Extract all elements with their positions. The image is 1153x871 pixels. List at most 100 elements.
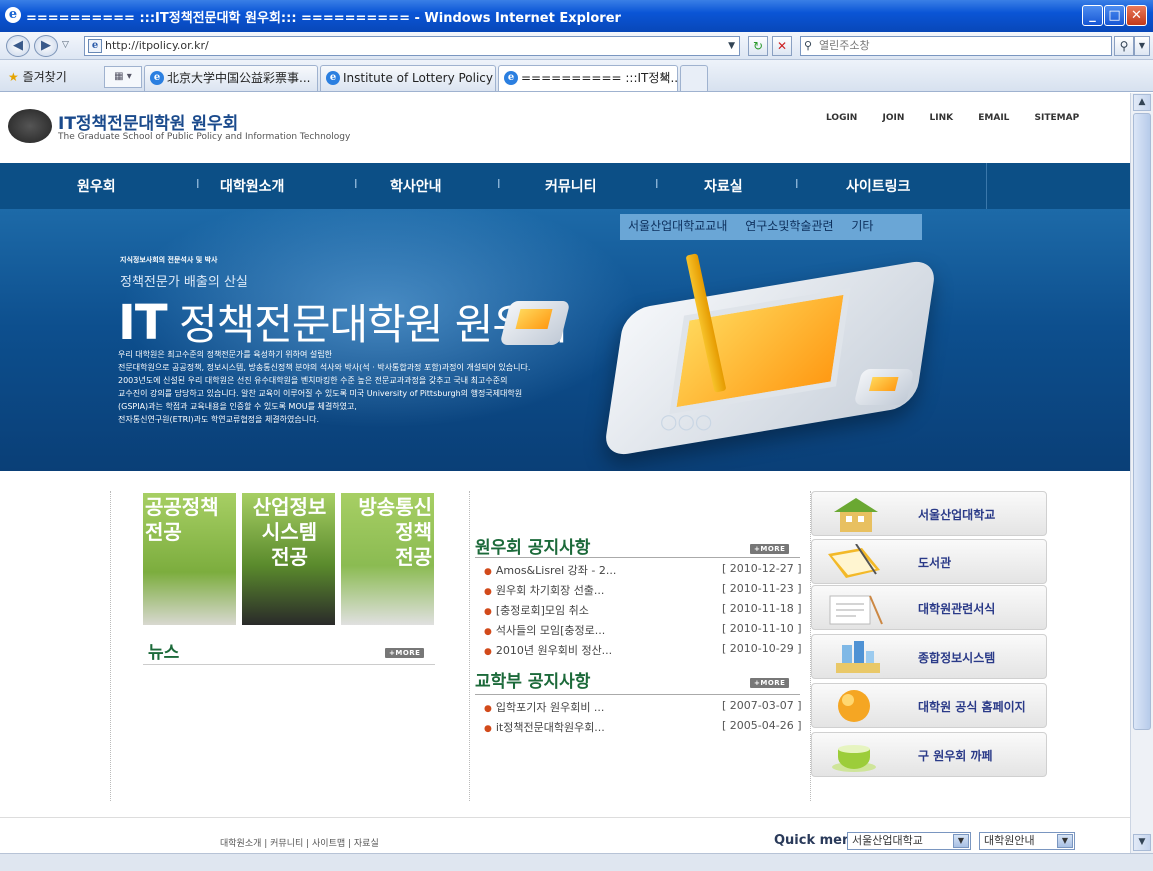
more-label: +MORE — [385, 648, 425, 658]
nav-item-about[interactable]: 대학원소개 — [220, 176, 284, 196]
sitemap-link[interactable]: SITEMAP — [1035, 113, 1080, 123]
quicklink-seoultech[interactable]: 서울산업대학교 — [811, 491, 1047, 536]
scroll-up-icon[interactable]: ▲ — [1133, 94, 1151, 111]
notice-row[interactable]: ● Amos&Lisrel 강좌 - 2...[ 2010-12-27 ] — [484, 562, 804, 582]
hero-body-line: (GSPIA)과는 학점과 교육내용을 인증할 수 있도록 MOU를 체결하였고… — [118, 402, 357, 411]
search-options-icon[interactable]: ▼ — [1134, 36, 1150, 56]
tab-lottery-policy[interactable]: e Institute of Lottery Policy — [320, 65, 496, 91]
ie-icon: e — [5, 7, 21, 23]
major-line: 전공 — [395, 545, 432, 569]
major-broadcasting-policy[interactable]: 방송통신 정책 전공 — [341, 493, 434, 625]
content-area: 공공정책 전공 산업정보 시스템 전공 방송통신 정책 전공 뉴스 +MORE … — [0, 471, 1130, 853]
scroll-down-icon[interactable]: ▼ — [1133, 834, 1151, 851]
nav-separator: I — [497, 177, 501, 191]
quicklink-info-system[interactable]: 종합정보시스템 — [811, 634, 1047, 679]
school-emblem-icon[interactable] — [8, 109, 52, 143]
back-button[interactable]: ◀ — [6, 35, 30, 57]
nav-item-archive[interactable]: 자료실 — [704, 176, 743, 196]
scroll-thumb[interactable] — [1133, 113, 1151, 730]
email-link[interactable]: EMAIL — [978, 113, 1009, 123]
hero-body-line: 2003년도에 신설된 우리 대학원은 선진 유수대학원을 벤치마킹한 수준 높… — [118, 376, 508, 385]
hero-body-line: 전자통신연구원(ETRI)과도 학연교류협정을 체결하였습니다. — [118, 415, 320, 424]
vertical-scrollbar[interactable]: ▲ ▼ — [1130, 93, 1153, 853]
subnav-item-etc[interactable]: 기타 — [851, 219, 873, 233]
favorites-label: 즐겨찾기 — [22, 70, 67, 84]
subnav-item-campus[interactable]: 서울산업대학교교내 — [628, 219, 727, 233]
address-field[interactable]: e http://itpolicy.or.kr/ ▼ — [84, 36, 740, 56]
hero-body-line: 전문대학원으로 공공정책, 정보시스템, 방송통신정책 분야의 석사와 박사(석… — [118, 363, 531, 372]
school-notice-more-button[interactable]: +MORE — [750, 674, 790, 688]
search-input[interactable]: ⚲ 열린주소창 — [800, 36, 1112, 56]
hero-banner: 서울산업대학교교내 연구소및학술관련 기타 지식정보사회의 전문석사 및 박사 … — [0, 209, 1130, 471]
nav-item-academics[interactable]: 학사안내 — [390, 176, 442, 196]
window-titlebar: e ========== :::IT정책전문대학 원우회::: ========… — [0, 0, 1153, 32]
notice-row[interactable]: ● 2010년 원우회비 정산...[ 2010-10-29 ] — [484, 642, 804, 662]
page-viewport: IT정책전문대학원 원우회 The Graduate School of Pub… — [0, 93, 1130, 853]
quicklink-label: 대학원관련서식 — [918, 602, 996, 616]
nav-item-community[interactable]: 커뮤니티 — [545, 176, 597, 196]
notice-row[interactable]: ● 입학포기자 원우회비 ...[ 2007-03-07 ] — [484, 699, 804, 719]
major-public-policy[interactable]: 공공정책 전공 — [143, 493, 236, 625]
logo-title[interactable]: IT정책전문대학원 원우회 — [58, 109, 238, 134]
major-line: 공공정책 — [145, 495, 219, 519]
ie-page-icon: e — [504, 71, 518, 85]
quicklink-forms[interactable]: 대학원관련서식 — [811, 585, 1047, 630]
maximize-button[interactable]: □ — [1104, 5, 1125, 26]
new-tab-button[interactable] — [680, 65, 708, 91]
notice-row[interactable]: ● it정책전문대학원우회...[ 2005-04-26 ] — [484, 719, 804, 739]
news-title: 뉴스 — [148, 643, 180, 663]
quick-menu-select-2[interactable]: 대학원안내 ▼ — [979, 832, 1075, 850]
nav-item-alumni[interactable]: 원우회 — [77, 176, 116, 196]
quicklink-library[interactable]: 도서관 — [811, 539, 1047, 584]
search-go-icon[interactable]: ⚲ — [1114, 36, 1134, 56]
nav-item-sitelinks[interactable]: 사이트링크 — [846, 176, 910, 196]
favorites-button[interactable]: ★ 즐겨찾기 — [8, 68, 67, 85]
link-link[interactable]: LINK — [930, 113, 954, 123]
address-dropdown-icon[interactable]: ▼ — [728, 37, 735, 55]
quicklink-label: 종합정보시스템 — [918, 651, 996, 665]
page-icon: e — [88, 39, 102, 53]
search-placeholder: 열린주소창 — [819, 39, 870, 52]
tab-current[interactable]: e ========== :::IT정책... ✕ — [498, 65, 678, 91]
close-button[interactable]: ✕ — [1126, 5, 1147, 26]
notice-row-title: 2010년 원우회비 정산... — [495, 644, 613, 657]
notice-row[interactable]: ● 원우회 차기회장 선출...[ 2010-11-23 ] — [484, 582, 804, 602]
ie-page-icon: e — [150, 71, 164, 85]
footer-links[interactable]: 대학원소개 | 커뮤니티 | 사이트맵 | 자료실 — [220, 836, 379, 849]
hero-tagline: 정책전문가 배출의 산실 — [120, 275, 248, 290]
tab-close-icon[interactable]: ✕ — [659, 66, 669, 90]
major-line: 산업정보 — [252, 495, 327, 519]
site-header: IT정책전문대학원 원우회 The Graduate School of Pub… — [0, 93, 1130, 163]
login-link[interactable]: LOGIN — [826, 113, 857, 123]
refresh-icon[interactable]: ↻ — [748, 36, 768, 56]
quick-menu-select-1[interactable]: 서울산업대학교 ▼ — [847, 832, 971, 850]
notice-row-date: [ 2005-04-26 ] — [722, 719, 802, 732]
tab-label: ========== :::IT정책... — [521, 71, 678, 85]
divider — [110, 491, 111, 801]
join-link[interactable]: JOIN — [882, 113, 904, 123]
alumni-notice-more-button[interactable]: +MORE — [750, 540, 790, 554]
hero-body: 우리 대학원은 최고수준의 정책전문가를 육성하기 위하여 설립한 전문대학원으… — [118, 348, 678, 426]
major-info-systems[interactable]: 산업정보 시스템 전공 — [242, 493, 335, 625]
subnav-item-research[interactable]: 연구소및학술관련 — [745, 219, 833, 233]
notice-row-date: [ 2010-12-27 ] — [722, 562, 802, 575]
tab-bar: ★ 즐겨찾기 ▦ ▾ e 北京大学中国公益彩票事... e Institute … — [0, 60, 1153, 92]
small-device-illustration — [853, 369, 915, 405]
notice-row[interactable]: ● 석사들의 모임[충정로...[ 2010-11-10 ] — [484, 622, 804, 642]
news-more-button[interactable]: +MORE — [385, 644, 425, 658]
notice-row[interactable]: ● [충정로회]모임 취소[ 2010-11-18 ] — [484, 602, 804, 622]
minimize-button[interactable]: _ — [1082, 5, 1103, 26]
quick-tabs-icon[interactable]: ▦ ▾ — [104, 66, 142, 88]
main-nav: 원우회 I 대학원소개 I 학사안내 I 커뮤니티 I 자료실 I 사이트링크 — [0, 163, 1130, 209]
address-text: http://itpolicy.or.kr/ — [105, 39, 209, 52]
history-dropdown-icon[interactable]: ▽ — [62, 40, 69, 50]
major-line: 전공 — [145, 520, 182, 544]
forward-button[interactable]: ▶ — [34, 35, 58, 57]
quicklink-official-homepage[interactable]: 대학원 공식 홈페이지 — [811, 683, 1047, 728]
building-icon — [826, 496, 884, 532]
quicklink-old-cafe[interactable]: 구 원우회 까페 — [811, 732, 1047, 777]
tab-beijing[interactable]: e 北京大学中国公益彩票事... — [144, 65, 318, 91]
select-value: 대학원안내 — [984, 834, 1035, 847]
more-label: +MORE — [750, 678, 790, 688]
stop-icon[interactable]: ✕ — [772, 36, 792, 56]
